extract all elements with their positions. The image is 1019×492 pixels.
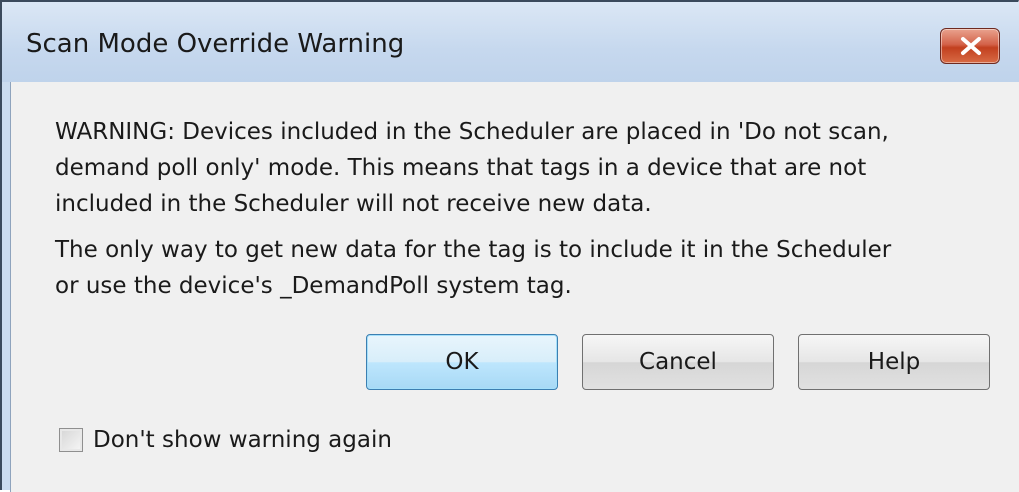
- dont-show-again-label[interactable]: Don't show warning again: [93, 424, 392, 456]
- ok-button[interactable]: OK: [366, 334, 558, 390]
- dialog-title: Scan Mode Override Warning: [26, 29, 405, 59]
- dialog-window: Scan Mode Override Warning WARNING: Devi…: [0, 0, 1019, 492]
- title-bar[interactable]: Scan Mode Override Warning: [2, 2, 1019, 82]
- dialog-body: WARNING: Devices included in the Schedul…: [10, 82, 1019, 492]
- warning-message-line: WARNING: Devices included in the Schedul…: [55, 119, 889, 145]
- help-button[interactable]: Help: [798, 334, 990, 390]
- info-message-line: or use the device's _DemandPoll system t…: [55, 273, 572, 299]
- cancel-button[interactable]: Cancel: [582, 334, 774, 390]
- warning-message-line: demand poll only' mode. This means that …: [55, 155, 867, 181]
- info-message-line: The only way to get new data for the tag…: [55, 237, 892, 263]
- dont-show-again-checkbox[interactable]: [59, 428, 83, 452]
- info-message: The only way to get new data for the tag…: [55, 232, 1015, 304]
- warning-message: WARNING: Devices included in the Schedul…: [55, 114, 1015, 222]
- close-x-icon: [961, 37, 981, 55]
- close-button[interactable]: [940, 28, 1000, 64]
- warning-message-line: included in the Scheduler will not recei…: [55, 191, 652, 217]
